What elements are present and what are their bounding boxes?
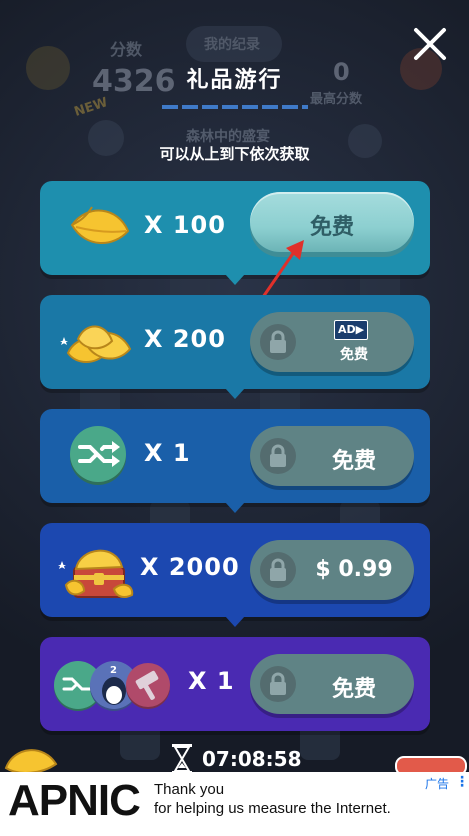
lock-icon (260, 666, 296, 702)
svg-text:2: 2 (110, 665, 117, 676)
claim-button-label: 免费 (340, 347, 368, 363)
treasure-chest-icon (58, 549, 134, 598)
ad-message-line1: Thank you (154, 781, 225, 798)
background-new-badge: NEW (72, 95, 110, 120)
dialog-subtitle: 可以从上到下依次获取 (159, 145, 310, 163)
timer-value: 07:08:58 (202, 747, 302, 771)
reward-card-leaf-200: X 200 AD▶ 免费 (40, 295, 430, 399)
ad-message-line2: for helping us measure the Internet. (154, 800, 391, 817)
reward-card-shuffle: X 1 免费 (40, 409, 430, 513)
reward-card-chest: X 2000 $ 0.99 (40, 523, 430, 627)
reward-quantity: X 2000 (140, 553, 240, 581)
lock-icon (260, 324, 296, 360)
reward-card-bundle: 2 X 1 免费 (40, 637, 430, 731)
purchase-button[interactable]: $ 0.99 (250, 540, 414, 600)
background-score-label: 分数 (110, 40, 143, 59)
dialog-title: 礼品游行 (186, 68, 283, 93)
claim-button-label: 免费 (331, 677, 376, 702)
reward-card-leaf-100: X 100 免费 (40, 181, 430, 285)
powerup-bundle-icon: 2 (54, 661, 170, 711)
background-records-pill: 我的纪录 (186, 26, 282, 62)
leaf-icon (70, 206, 130, 244)
ad-logo: APNIC (8, 776, 141, 825)
lock-icon (260, 552, 296, 588)
ad-banner[interactable]: APNIC Thank you for helping us measure t… (0, 772, 469, 836)
claim-free-button[interactable]: 免费 (250, 426, 414, 486)
leaf-pile-icon (60, 325, 132, 363)
reward-quantity: X 1 (188, 667, 235, 695)
hourglass-icon (172, 744, 192, 774)
ad-tag: 广告 (425, 777, 450, 791)
claim-free-button[interactable]: 免费 (250, 654, 414, 714)
claim-button-label: 免费 (331, 449, 376, 474)
claim-button-label: 免费 (309, 215, 354, 240)
video-ad-icon: AD▶ (334, 320, 368, 340)
reward-quantity: X 1 (144, 439, 191, 467)
ad-message: Thank you for helping us measure the Int… (154, 780, 391, 818)
close-icon[interactable] (410, 24, 450, 64)
lock-icon (260, 438, 296, 474)
title-underline (162, 105, 308, 109)
reward-quantity: X 100 (144, 211, 226, 239)
reward-quantity: X 200 (144, 325, 226, 353)
shuffle-icon (70, 426, 126, 485)
corner-leaf-icon (4, 749, 58, 774)
claim-ad-button[interactable]: AD▶ 免费 (250, 312, 414, 372)
ad-options-icon[interactable]: ⋮ (455, 774, 469, 790)
price-label: $ 0.99 (315, 557, 393, 582)
